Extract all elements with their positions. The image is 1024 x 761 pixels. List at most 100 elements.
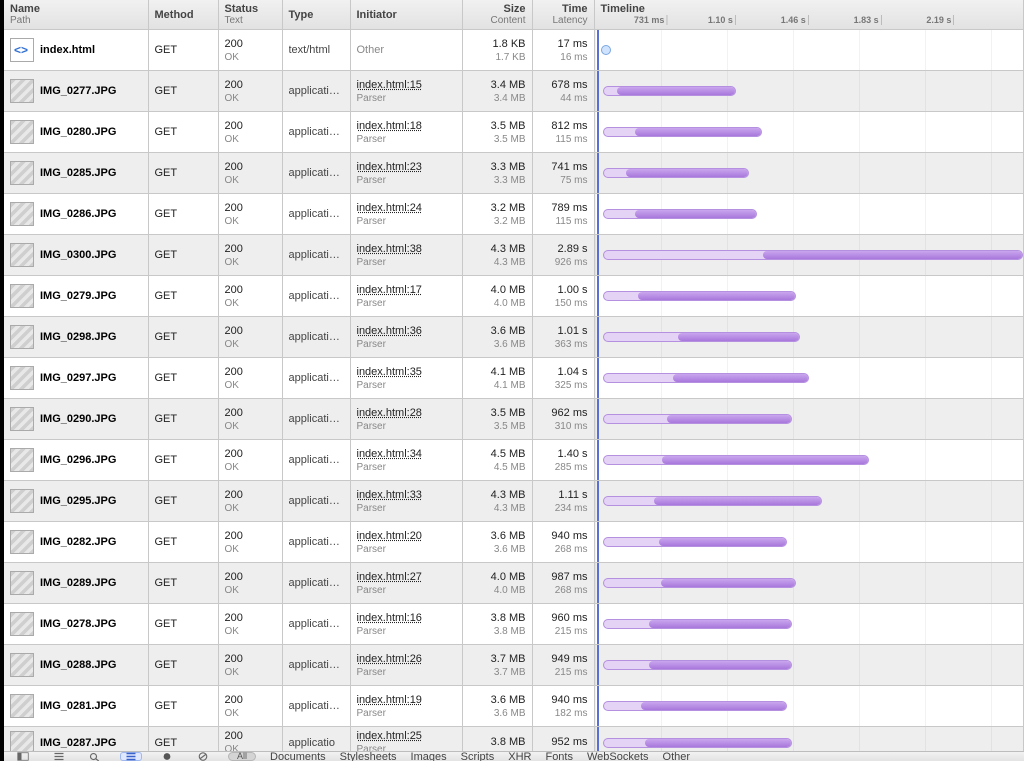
col-header-type[interactable]: Type: [282, 0, 350, 30]
filter-images[interactable]: Images: [411, 751, 447, 761]
initiator-link[interactable]: index.html:17: [357, 284, 456, 296]
cell-initiator[interactable]: index.html:19Parser: [350, 686, 462, 727]
cell-initiator[interactable]: index.html:33Parser: [350, 481, 462, 522]
cell-initiator[interactable]: index.html:15Parser: [350, 71, 462, 112]
cell-name[interactable]: IMG_0277.JPG: [4, 71, 148, 112]
timeline-bar-fill: [662, 456, 868, 464]
col-header-name[interactable]: Name Path: [4, 0, 148, 30]
cell-name[interactable]: IMG_0297.JPG: [4, 358, 148, 399]
console-icon[interactable]: [48, 752, 70, 761]
cell-initiator[interactable]: index.html:24Parser: [350, 194, 462, 235]
cell-name[interactable]: IMG_0290.JPG: [4, 399, 148, 440]
table-row[interactable]: IMG_0286.JPGGET200OKapplicatio…index.htm…: [4, 194, 1024, 235]
filter-websockets[interactable]: WebSockets: [587, 751, 649, 761]
table-row[interactable]: IMG_0287.JPGGET200OKapplicatioindex.html…: [4, 727, 1024, 752]
cell-name[interactable]: IMG_0296.JPG: [4, 440, 148, 481]
cell-initiator[interactable]: index.html:20Parser: [350, 522, 462, 563]
initiator-link[interactable]: index.html:38: [357, 243, 456, 255]
list-view-icon[interactable]: [120, 752, 142, 761]
initiator-link[interactable]: index.html:27: [357, 571, 456, 583]
filter-xhr[interactable]: XHR: [508, 751, 531, 761]
cell-initiator[interactable]: index.html:26Parser: [350, 645, 462, 686]
cell-name[interactable]: IMG_0280.JPG: [4, 112, 148, 153]
search-icon[interactable]: [84, 752, 106, 761]
initiator-link[interactable]: index.html:25: [357, 730, 456, 742]
table-row[interactable]: IMG_0281.JPGGET200OKapplicatio…index.htm…: [4, 686, 1024, 727]
cell-method: GET: [148, 563, 218, 604]
filter-documents[interactable]: Documents: [270, 751, 326, 761]
filter-scripts[interactable]: Scripts: [461, 751, 495, 761]
initiator-link[interactable]: index.html:20: [357, 530, 456, 542]
table-row[interactable]: IMG_0297.JPGGET200OKapplicatio…index.htm…: [4, 358, 1024, 399]
initiator-link[interactable]: index.html:18: [357, 120, 456, 132]
cell-initiator[interactable]: index.html:28Parser: [350, 399, 462, 440]
cell-name[interactable]: IMG_0278.JPG: [4, 604, 148, 645]
initiator-link[interactable]: index.html:23: [357, 161, 456, 173]
cell-name[interactable]: IMG_0287.JPG: [4, 727, 148, 752]
col-header-timeline[interactable]: Timeline 731 ms1.10 s1.46 s1.83 s2.19 s: [594, 0, 1024, 30]
table-row[interactable]: IMG_0279.JPGGET200OKapplicatio…index.htm…: [4, 276, 1024, 317]
filter-other[interactable]: Other: [663, 751, 691, 761]
cell-subvalue: 4.0 MB: [469, 585, 526, 596]
initiator-link[interactable]: index.html:33: [357, 489, 456, 501]
cell-name[interactable]: IMG_0285.JPG: [4, 153, 148, 194]
table-row[interactable]: IMG_0300.JPGGET200OKapplicatio…index.htm…: [4, 235, 1024, 276]
cell-name[interactable]: IMG_0279.JPG: [4, 276, 148, 317]
cell-initiator[interactable]: index.html:27Parser: [350, 563, 462, 604]
initiator-link[interactable]: index.html:16: [357, 612, 456, 624]
filter-all-pill[interactable]: All: [228, 752, 256, 761]
table-row[interactable]: IMG_0290.JPGGET200OKapplicatio…index.htm…: [4, 399, 1024, 440]
cell-initiator[interactable]: index.html:35Parser: [350, 358, 462, 399]
col-header-status[interactable]: Status Text: [218, 0, 282, 30]
cell-initiator[interactable]: index.html:38Parser: [350, 235, 462, 276]
cell-value: GET: [155, 85, 212, 97]
col-header-method[interactable]: Method: [148, 0, 218, 30]
record-icon[interactable]: [156, 752, 178, 761]
filter-stylesheets[interactable]: Stylesheets: [340, 751, 397, 761]
initiator-link[interactable]: index.html:24: [357, 202, 456, 214]
cell-name[interactable]: IMG_0289.JPG: [4, 563, 148, 604]
cell-initiator[interactable]: index.html:18Parser: [350, 112, 462, 153]
table-row[interactable]: IMG_0278.JPGGET200OKapplicatio…index.htm…: [4, 604, 1024, 645]
cell-name[interactable]: IMG_0288.JPG: [4, 645, 148, 686]
col-header-time[interactable]: Time Latency: [532, 0, 594, 30]
table-row[interactable]: IMG_0285.JPGGET200OKapplicatio…index.htm…: [4, 153, 1024, 194]
cell-name[interactable]: IMG_0281.JPG: [4, 686, 148, 727]
col-header-initiator[interactable]: Initiator: [350, 0, 462, 30]
dock-side-icon[interactable]: [12, 752, 34, 761]
clear-icon[interactable]: [192, 752, 214, 761]
table-row[interactable]: IMG_0282.JPGGET200OKapplicatio…index.htm…: [4, 522, 1024, 563]
cell-name[interactable]: IMG_0282.JPG: [4, 522, 148, 563]
cell-name[interactable]: IMG_0286.JPG: [4, 194, 148, 235]
table-row[interactable]: IMG_0295.JPGGET200OKapplicatio…index.htm…: [4, 481, 1024, 522]
initiator-link[interactable]: index.html:19: [357, 694, 456, 706]
initiator-link[interactable]: index.html:36: [357, 325, 456, 337]
table-row[interactable]: IMG_0277.JPGGET200OKapplicatio…index.htm…: [4, 71, 1024, 112]
table-row[interactable]: IMG_0288.JPGGET200OKapplicatio…index.htm…: [4, 645, 1024, 686]
initiator-link[interactable]: index.html:34: [357, 448, 456, 460]
cell-initiator[interactable]: index.html:17Parser: [350, 276, 462, 317]
table-row[interactable]: index.htmlGET200OKtext/htmlOther1.8 KB1.…: [4, 30, 1024, 71]
cell-name[interactable]: IMG_0300.JPG: [4, 235, 148, 276]
cell-subvalue: 215 ms: [539, 626, 588, 637]
initiator-type: Parser: [357, 175, 456, 186]
network-table-scroll[interactable]: Name Path Method Status Text Type Initia…: [4, 0, 1024, 751]
cell-initiator[interactable]: index.html:34Parser: [350, 440, 462, 481]
initiator-link[interactable]: index.html:26: [357, 653, 456, 665]
cell-name[interactable]: IMG_0295.JPG: [4, 481, 148, 522]
cell-initiator[interactable]: index.html:16Parser: [350, 604, 462, 645]
table-row[interactable]: IMG_0298.JPGGET200OKapplicatio…index.htm…: [4, 317, 1024, 358]
cell-initiator[interactable]: index.html:23 Parser: [350, 153, 462, 194]
initiator-link[interactable]: index.html:15: [357, 79, 456, 91]
cell-name[interactable]: index.html: [4, 30, 148, 71]
table-row[interactable]: IMG_0289.JPGGET200OKapplicatio…index.htm…: [4, 563, 1024, 604]
filter-fonts[interactable]: Fonts: [545, 751, 573, 761]
cell-name[interactable]: IMG_0298.JPG: [4, 317, 148, 358]
table-row[interactable]: IMG_0280.JPGGET200OKapplicatio…index.htm…: [4, 112, 1024, 153]
table-row[interactable]: IMG_0296.JPGGET200OKapplicatio…index.htm…: [4, 440, 1024, 481]
initiator-link[interactable]: index.html:35: [357, 366, 456, 378]
col-header-size[interactable]: Size Content: [462, 0, 532, 30]
cell-initiator[interactable]: index.html:36Parser: [350, 317, 462, 358]
initiator-link[interactable]: index.html:28: [357, 407, 456, 419]
cell-initiator[interactable]: index.html:25Parser: [350, 727, 462, 752]
